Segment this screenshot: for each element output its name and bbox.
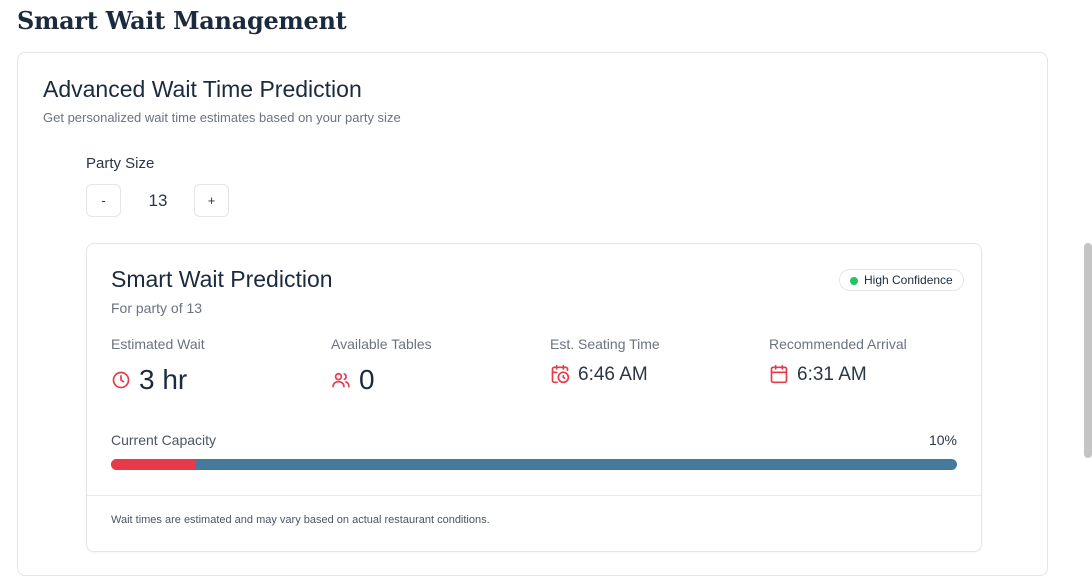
prediction-title: Smart Wait Prediction	[111, 266, 333, 292]
calendar-icon	[769, 364, 789, 384]
recommended-arrival-stat: Recommended Arrival 6:31 AM	[769, 336, 907, 384]
confidence-badge: High Confidence	[839, 269, 964, 291]
stat-label: Estimated Wait	[111, 336, 205, 352]
available-tables-stat: Available Tables 0	[331, 336, 432, 394]
increment-party-button[interactable]: +	[194, 184, 229, 217]
page-title: Smart Wait Management	[17, 6, 347, 35]
stat-label: Available Tables	[331, 336, 432, 352]
stat-label: Recommended Arrival	[769, 336, 907, 352]
estimated-wait-value: 3 hr	[139, 364, 188, 395]
recommended-arrival-value: 6:31 AM	[797, 363, 867, 385]
calendar-clock-icon	[550, 364, 570, 384]
estimated-wait-stat: Estimated Wait 3 hr	[111, 336, 205, 394]
party-size-value: 13	[148, 190, 168, 210]
wait-prediction-card: Advanced Wait Time Prediction Get person…	[17, 52, 1048, 576]
status-dot-icon	[850, 277, 858, 285]
capacity-label: Current Capacity	[111, 432, 217, 448]
smart-prediction-card: Smart Wait Prediction For party of 13 Hi…	[86, 243, 982, 552]
scrollbar-thumb[interactable]	[1084, 243, 1092, 458]
disclaimer-text: Wait times are estimated and may vary ba…	[111, 514, 490, 526]
seating-time-stat: Est. Seating Time 6:46 AM	[550, 336, 660, 384]
section-title: Advanced Wait Time Prediction	[43, 76, 362, 102]
stat-label: Est. Seating Time	[550, 336, 660, 352]
seating-time-value: 6:46 AM	[578, 363, 648, 385]
party-size-label: Party Size	[86, 155, 155, 172]
prediction-subtitle: For party of 13	[111, 300, 203, 316]
clock-icon	[111, 370, 131, 390]
available-tables-value: 0	[359, 364, 375, 395]
divider	[87, 495, 981, 496]
section-subtitle: Get personalized wait time estimates bas…	[43, 110, 401, 125]
confidence-badge-label: High Confidence	[864, 273, 953, 287]
users-icon	[331, 370, 351, 390]
capacity-progress-bar	[111, 459, 957, 470]
capacity-progress-fill	[111, 459, 196, 470]
decrement-party-button[interactable]: -	[86, 184, 121, 217]
capacity-percent: 10%	[928, 432, 957, 448]
